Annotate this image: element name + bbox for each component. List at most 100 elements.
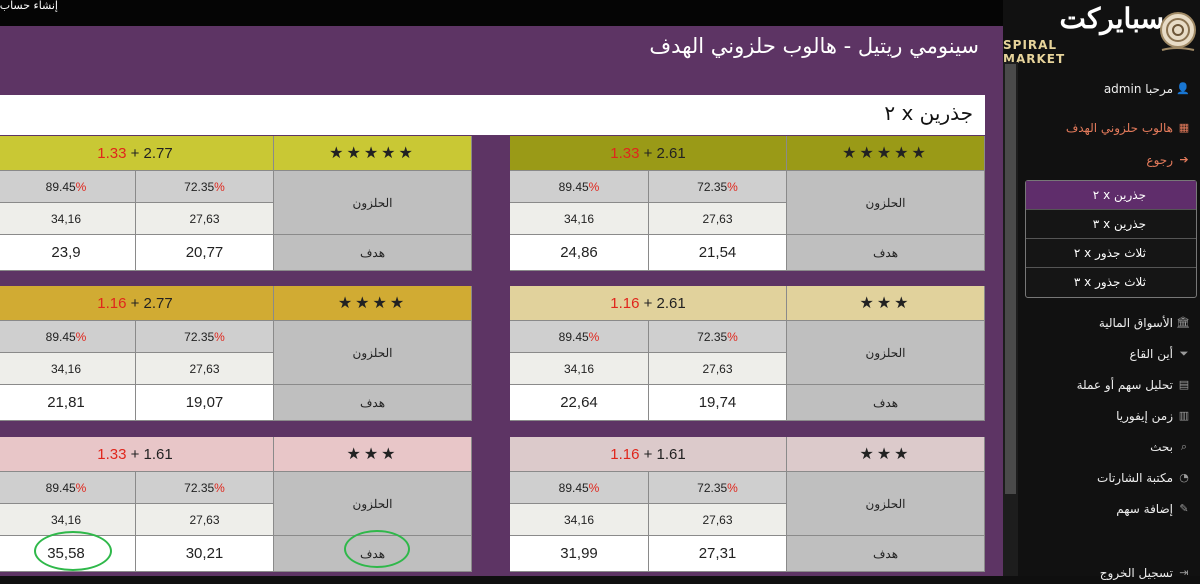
ratio-header: 1.33 + 2.77 (0, 136, 274, 171)
percent-sign: % (214, 480, 225, 495)
percent-value: 89.45 (558, 179, 589, 194)
ratio-base: 2.61 (656, 144, 686, 162)
table-icon: ▦ (1178, 121, 1190, 134)
back-arrow-icon: ➔ (1179, 153, 1189, 166)
ratio-header: 1.16 + 1.61 (510, 437, 787, 472)
sidebar-item-analysis[interactable]: ▤ تحليل سهم أو عملة (1077, 374, 1190, 396)
ratio-base: 2.77 (143, 144, 173, 162)
stars-rating: ★★★★ (274, 286, 472, 321)
sidebar-item-label: هالوب حلزوني الهدف (1065, 121, 1173, 135)
ratio-base: 1.61 (143, 445, 173, 463)
plus-sign: + (126, 144, 144, 162)
target-label: هدف (787, 235, 985, 271)
percent-sign: % (588, 179, 600, 194)
signup-link[interactable]: إنشاء حساب (0, 0, 58, 14)
snail-value: 27,63 (136, 203, 274, 235)
sidebar-item-charts[interactable]: ◔ مكتبة الشارتات (1097, 467, 1190, 489)
sidebar-item-label: بحث (1150, 440, 1173, 454)
user-icon: 👤 (1176, 82, 1190, 95)
sidebar-item-logout[interactable]: ⇥ تسجيل الخروج (1100, 562, 1190, 584)
percent-cell: 72.35% (649, 472, 787, 504)
ratio-base: 2.77 (143, 294, 173, 312)
sidebar-item-spiral-target[interactable]: ▦ هالوب حلزوني الهدف (1066, 117, 1190, 139)
plus-sign: + (126, 294, 144, 312)
percent-value: 89.45 (558, 329, 589, 344)
percent-cell: 72.35% (136, 171, 274, 203)
snail-value: 27,63 (649, 203, 787, 235)
sidebar-item-add-stock[interactable]: ✎ إضافة سهم (1116, 498, 1190, 520)
snail-value: 34,16 (510, 203, 649, 235)
percent-cell: 72.35% (136, 472, 274, 504)
calculator-icon: ▤ (1178, 378, 1190, 391)
submenu: جذرين x ٢ جذرين x ٣ ثلاث جذور x ٢ ثلاث ج… (1025, 180, 1197, 298)
sidebar-item-label: إضافة سهم (1116, 502, 1173, 516)
percent-sign: % (588, 480, 600, 495)
snail-value: 27,63 (136, 353, 274, 385)
scrollbar-thumb[interactable] (1005, 64, 1016, 494)
target-card: 1.33 + 2.77 ★★★★★ 89.45% 72.35% 34,16 27,63 23… (0, 136, 472, 276)
percent-sign: % (75, 179, 87, 194)
sidebar-item-search[interactable]: ⌕ بحث (1150, 436, 1190, 458)
percent-sign: % (588, 329, 600, 344)
stars-rating: ★★★ (787, 437, 985, 472)
snail-value: 27,63 (136, 504, 274, 536)
snail-label: الحلزون (787, 472, 985, 536)
percent-cell: 72.35% (649, 321, 787, 353)
edit-icon: ✎ (1179, 502, 1189, 515)
target-label: هدف (274, 235, 472, 271)
filter-icon: ⏷ (1179, 347, 1189, 360)
sidebar-item-label: تسجيل الخروج (1099, 566, 1173, 580)
target-card: 1.16 + 2.61 ★★★ 89.45% 72.35% 34,16 27,63 22,6… (510, 286, 985, 426)
percent-cell: 89.45% (0, 171, 136, 203)
ratio-add: 1.33 (610, 144, 640, 162)
percent-value: 72.35 (697, 179, 728, 194)
percent-sign: % (727, 179, 738, 194)
bank-icon: 🏛 (1176, 316, 1190, 329)
top-bar: إنشاء حساب (0, 0, 1003, 26)
stars-rating: ★★★★★ (787, 136, 985, 171)
target-value: 19,74 (649, 385, 787, 421)
percent-sign: % (214, 179, 225, 194)
plus-sign: + (126, 445, 144, 463)
percent-value: 72.35 (184, 480, 215, 495)
percent-cell: 89.45% (510, 171, 649, 203)
percent-sign: % (75, 480, 87, 495)
logo-english: SPIRAL MARKET (1003, 38, 1066, 66)
target-value: 31,99 (510, 536, 649, 572)
submenu-item-two-roots-x2[interactable]: جذرين x ٢ (1026, 181, 1196, 210)
percent-sign: % (214, 329, 225, 344)
ratio-add: 1.33 (97, 144, 127, 162)
sidebar-item-markets[interactable]: 🏛 الأسواق المالية (1099, 312, 1190, 334)
sidebar-item-label: الأسواق المالية (1098, 316, 1173, 330)
sidebar: سبايركت SPIRAL MARKET 👤 مرحبا admin ▦ ها… (1003, 0, 1200, 580)
target-value: 23,9 (0, 235, 136, 271)
percent-value: 89.45 (45, 179, 76, 194)
target-value: 22,64 (510, 385, 649, 421)
ratio-header: 1.33 + 1.61 (0, 437, 274, 472)
sidebar-item-label: تحليل سهم أو عملة (1076, 378, 1173, 392)
panel-header: جذرين x ٢ (0, 95, 985, 135)
target-card: 1.16 + 1.61 ★★★ 89.45% 72.35% 34,16 27,63 31,9… (510, 437, 985, 577)
percent-cell: 89.45% (0, 472, 136, 504)
ratio-base: 2.61 (656, 294, 686, 312)
submenu-item-three-roots-x2[interactable]: ثلاث جذور x ٢ (1026, 239, 1196, 268)
sidebar-item-euphoria[interactable]: ▥ زمن إيفوريا (1116, 405, 1190, 427)
snail-value: 34,16 (510, 353, 649, 385)
percent-cell: 89.45% (510, 472, 649, 504)
target-label: هدف (274, 385, 472, 421)
logo[interactable]: سبايركت SPIRAL MARKET (1003, 0, 1200, 66)
percent-value: 72.35 (697, 329, 728, 344)
sidebar-item-bottom[interactable]: ⏷ أين القاع (1130, 343, 1191, 365)
percent-sign: % (727, 329, 738, 344)
greeting: 👤 مرحبا admin (1104, 78, 1190, 100)
target-value: 21,81 (0, 385, 136, 421)
target-value: 30,21 (136, 536, 274, 572)
submenu-item-three-roots-x3[interactable]: ثلاث جذور x ٣ (1026, 268, 1196, 297)
percent-value: 72.35 (697, 480, 728, 495)
percent-value: 89.45 (45, 329, 76, 344)
submenu-item-two-roots-x3[interactable]: جذرين x ٣ (1026, 210, 1196, 239)
percent-value: 89.45 (45, 480, 76, 495)
sidebar-item-back[interactable]: ➔ رجوع (1146, 149, 1190, 171)
annotation-circle (344, 530, 410, 568)
logo-arabic: سبايركت (1059, 2, 1164, 35)
